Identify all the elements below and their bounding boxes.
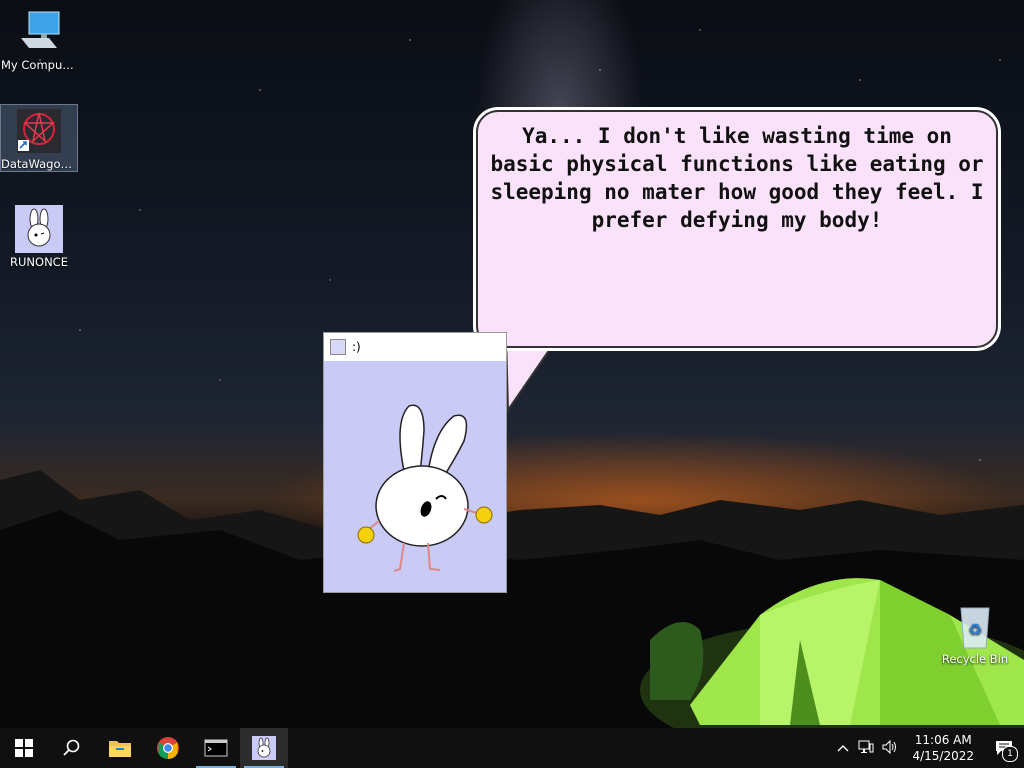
terminal-icon: [204, 739, 228, 757]
pet-window-title: :): [352, 340, 361, 354]
bunny-app-icon: [15, 205, 63, 253]
pet-window-icon: [330, 339, 346, 355]
system-tray: 11:06 AM 4/15/2022 1: [832, 728, 1024, 768]
desktop-icon-label: My Computer: [1, 58, 77, 72]
chevron-up-icon[interactable]: [832, 741, 854, 755]
windows-start-icon: [15, 739, 33, 757]
taskbar-clock[interactable]: 11:06 AM 4/15/2022: [902, 732, 984, 764]
notification-center-button[interactable]: 1: [984, 728, 1024, 768]
pet-window[interactable]: :): [323, 332, 507, 593]
computer-icon: [15, 8, 63, 56]
taskbar-pet-app[interactable]: [240, 728, 288, 768]
search-icon: [63, 739, 80, 756]
bunny-app-icon: [252, 736, 276, 760]
svg-text:♻: ♻: [968, 620, 982, 639]
chrome-icon: [157, 737, 179, 759]
clock-time: 11:06 AM: [914, 733, 972, 747]
datawagon-icon: [15, 107, 63, 155]
speech-bubble: Ya... I don't like wasting time on basic…: [476, 110, 998, 348]
pet-window-titlebar[interactable]: :): [324, 333, 506, 361]
taskbar: 11:06 AM 4/15/2022 1: [0, 728, 1024, 768]
desktop-icon-label: RUNONCE: [10, 255, 68, 269]
volume-icon[interactable]: [878, 739, 902, 757]
network-icon[interactable]: [854, 740, 878, 757]
folder-icon: [109, 741, 131, 757]
notification-count-badge: 1: [1002, 746, 1018, 762]
taskbar-chrome[interactable]: [144, 728, 192, 768]
desktop-icon-recycle-bin[interactable]: ♻ Recycle Bin: [937, 602, 1013, 666]
desktop-icon-runonce[interactable]: RUNONCE: [1, 205, 77, 269]
desktop-icon-my-computer[interactable]: My Computer: [1, 8, 77, 72]
speech-bubble-tail: [505, 336, 553, 414]
start-button[interactable]: [0, 728, 48, 768]
taskbar-file-explorer[interactable]: [96, 728, 144, 768]
clock-date: 4/15/2022: [912, 749, 974, 763]
search-button[interactable]: [48, 728, 96, 768]
speech-bubble-text: Ya... I don't like wasting time on basic…: [490, 124, 984, 232]
bunny-character[interactable]: [324, 361, 506, 592]
wallpaper-landscape: [0, 470, 1024, 740]
desktop-icon-label: DataWagon...: [1, 157, 77, 171]
desktop-icon-datawagon[interactable]: DataWagon...: [0, 104, 78, 172]
desktop-icon-label: Recycle Bin: [941, 652, 1009, 666]
taskbar-terminal[interactable]: [192, 728, 240, 768]
recycle-bin-icon: ♻: [951, 602, 999, 650]
